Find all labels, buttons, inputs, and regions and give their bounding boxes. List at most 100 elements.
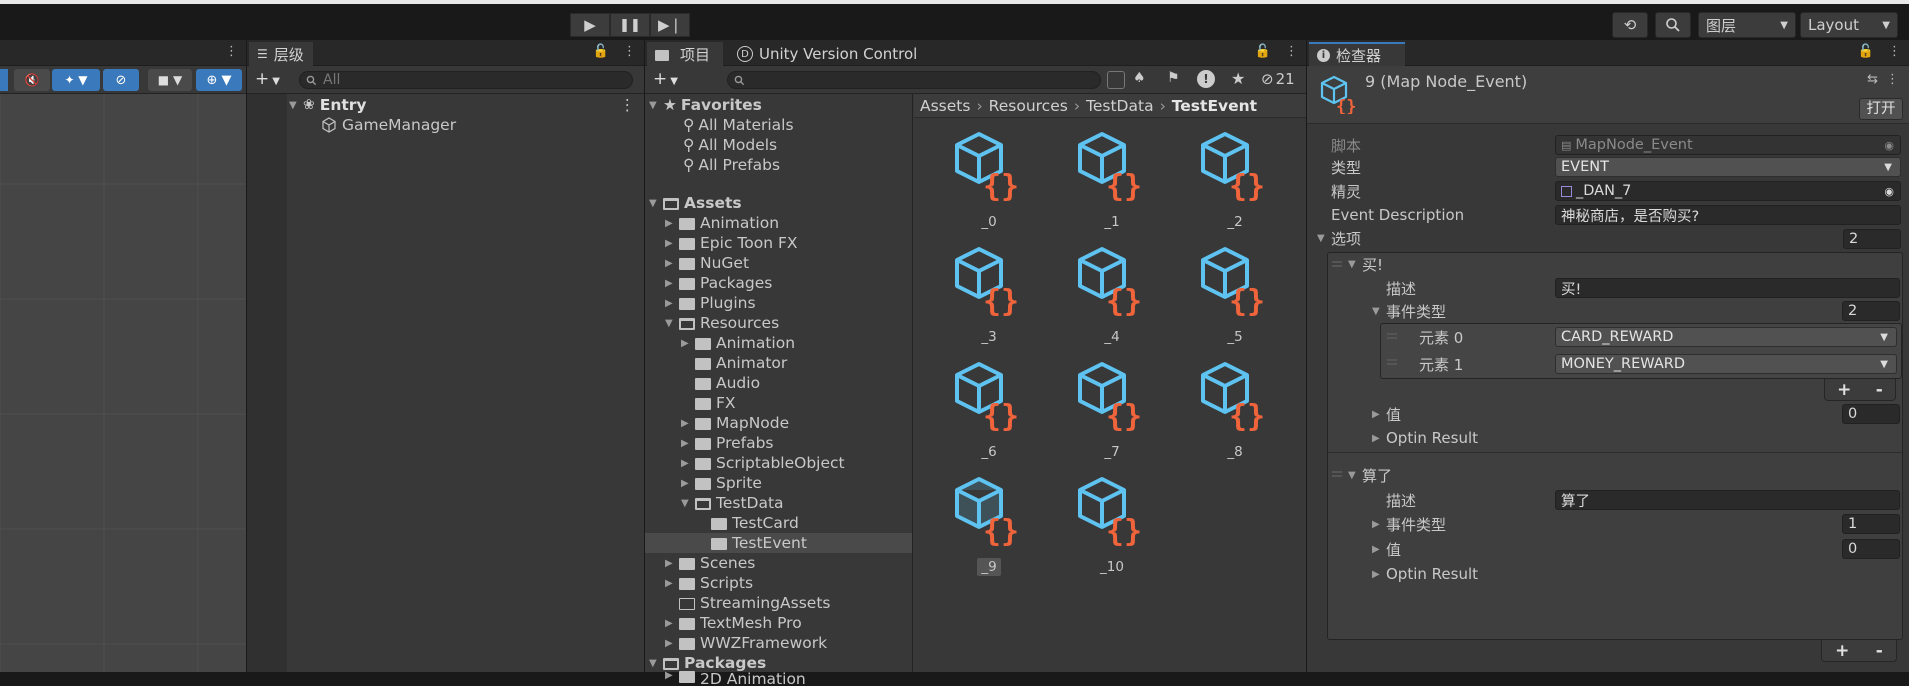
optin-result-foldout[interactable]: ▶Optin Result [1372,564,1478,584]
settings-slider-icon[interactable]: ⇆ [1867,72,1878,87]
hidden-packages-toggle[interactable]: ⊘21 [1261,70,1295,88]
hierarchy-item-gamemanager[interactable]: GameManager [321,115,456,135]
asset-item[interactable]: {}_7 [1067,356,1157,460]
tree-item[interactable]: ▶Plugins [665,293,756,313]
effects-toggle[interactable]: ✦ ▼ [52,69,100,91]
drag-handle-icon[interactable] [1387,333,1397,339]
tree-item-selected[interactable]: TestEvent [645,533,912,553]
expand-triangle-icon[interactable]: ▶ [665,298,679,309]
expand-triangle-icon[interactable]: ▶ [665,618,679,629]
tree-item[interactable]: ▶MapNode [681,413,789,433]
add-option-button[interactable]: + [1835,641,1849,661]
expand-triangle-icon[interactable]: ▶ [665,218,679,229]
favorite-all-prefabs[interactable]: ⚲All Prefabs [683,155,780,175]
create-dropdown[interactable]: +▼ [255,69,280,89]
breadcrumb-current[interactable]: TestEvent [1172,97,1257,115]
type-dropdown[interactable]: EVENT [1555,157,1901,177]
tree-item[interactable]: ▶Scripts [665,573,753,593]
remove-element-button[interactable]: - [1876,380,1883,400]
favorites-header[interactable]: ▼★Favorites [649,95,762,115]
expand-triangle-icon[interactable]: ▶ [665,558,679,569]
tree-item[interactable]: ▶Animation [665,213,779,233]
event-type-foldout[interactable]: ▼事件类型 [1372,301,1446,321]
label-tag-icon[interactable]: ⚑ [1167,70,1180,86]
assets-root[interactable]: ▼Assets [649,193,742,213]
tree-item[interactable]: Audio [695,373,760,393]
event-description-input[interactable]: 神秘商店，是否购买? [1555,205,1901,225]
layout-dropdown[interactable]: Layout▼ [1800,12,1898,38]
tab-hierarchy[interactable]: ☰层级 [249,42,313,66]
expand-triangle-icon[interactable]: ▼ [1348,259,1362,270]
tab-inspector[interactable]: i检查器 [1309,42,1405,66]
asset-item[interactable]: {}_2 [1190,126,1280,230]
step-button[interactable]: ▶❘ [650,13,690,37]
tree-item[interactable]: FX [695,393,736,413]
scene-grid[interactable] [0,94,246,672]
asset-item[interactable]: {}_9 [944,471,1034,575]
expand-triangle-icon[interactable]: ▼ [1317,233,1331,244]
menu-icon[interactable]: ⋮ [1886,72,1899,87]
gizmos-dropdown[interactable]: ⊕ ▼ [196,69,242,91]
breadcrumb-item[interactable]: TestData [1086,97,1154,115]
expand-triangle-icon[interactable]: ▶ [1372,409,1386,420]
expand-triangle-icon[interactable]: ▶ [1372,544,1386,555]
search-button[interactable] [1655,12,1691,38]
tree-item[interactable]: ▼Resources [665,313,779,333]
drag-handle-icon[interactable] [1387,359,1397,365]
menu-icon[interactable]: ⋮ [1888,44,1901,59]
event-type-size-input[interactable]: 1 [1842,514,1900,534]
expand-triangle-icon[interactable]: ▶ [665,278,679,289]
expand-triangle-icon[interactable]: ▶ [681,418,695,429]
tree-item[interactable]: ▶Sprite [681,473,762,493]
scene-tool-toggle[interactable] [0,69,8,91]
menu-icon[interactable]: ⋮ [620,96,636,114]
tree-item[interactable]: ▶WWZFramework [665,633,827,653]
expand-triangle-icon[interactable]: ▼ [1348,470,1362,481]
tree-item[interactable]: ▶TextMesh Pro [665,613,802,633]
project-search-input[interactable] [727,71,1101,89]
element-dropdown[interactable]: CARD_REWARD [1555,327,1897,347]
value-foldout[interactable]: ▶值 [1372,404,1401,424]
expand-triangle-icon[interactable]: ▶ [681,458,695,469]
asset-item[interactable]: {}_6 [944,356,1034,460]
expand-triangle-icon[interactable]: ▼ [289,100,303,111]
expand-triangle-icon[interactable]: ▼ [681,498,695,509]
event-type-size-input[interactable]: 2 [1842,301,1900,321]
expand-triangle-icon[interactable]: ▶ [665,258,679,269]
layers-dropdown[interactable]: 图层▼ [1698,12,1796,38]
breadcrumb-item[interactable]: Resources [989,97,1068,115]
tree-item[interactable]: ▶Scenes [665,553,755,573]
menu-icon[interactable]: ⋮ [1285,44,1298,59]
scene-menu-icon[interactable]: ⋮ [225,44,238,59]
expand-triangle-icon[interactable]: ▶ [1372,569,1386,580]
event-type-foldout[interactable]: ▶事件类型 [1372,514,1446,534]
tab-project[interactable]: 项目 [647,42,723,66]
lock-icon[interactable]: 🔓 [1255,44,1271,59]
expand-triangle-icon[interactable]: ▼ [665,318,679,329]
visibility-toggle[interactable]: ⊘ [103,69,139,91]
tree-item[interactable]: ▶Animation [681,333,795,353]
tree-item[interactable]: ▶Prefabs [681,433,774,453]
add-element-button[interactable]: + [1837,380,1851,400]
description-input[interactable]: 买! [1555,278,1900,298]
lock-icon[interactable]: 🔓 [1858,44,1874,59]
favorite-all-models[interactable]: ⚲All Models [683,135,777,155]
tab-unity-version-control[interactable]: DUnity Version Control [729,42,925,66]
expand-triangle-icon[interactable]: ▶ [1372,519,1386,530]
search-by-type-icon[interactable] [1107,71,1125,89]
description-input[interactable]: 算了 [1555,490,1900,510]
filter-type-icon[interactable]: ♠ [1133,70,1146,86]
camera-dropdown[interactable]: ■ ▼ [148,69,192,91]
asset-item[interactable]: {}_8 [1190,356,1280,460]
tree-item[interactable]: Animator [695,353,787,373]
expand-triangle-icon[interactable]: ▶ [665,578,679,589]
options-size-input[interactable]: 2 [1843,229,1901,249]
tree-item[interactable]: ▶ScriptableObject [681,453,845,473]
remove-option-button[interactable]: - [1876,641,1883,661]
tree-item[interactable]: ▶Packages [665,273,772,293]
expand-triangle-icon[interactable]: ▼ [649,100,663,111]
drag-handle-icon[interactable] [1332,471,1342,477]
expand-triangle-icon[interactable]: ▶ [681,338,695,349]
asset-item[interactable]: {}_1 [1067,126,1157,230]
option-1-foldout[interactable]: ▼买! [1348,254,1383,274]
